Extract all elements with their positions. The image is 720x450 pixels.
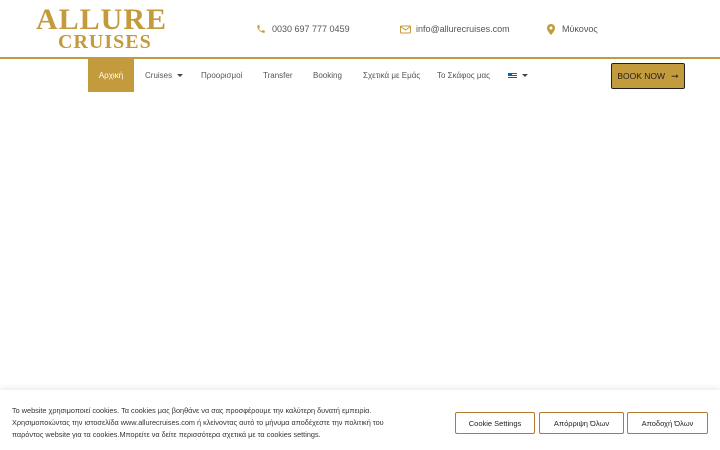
nav-item-label: Σχετικά με Εμάς — [363, 71, 421, 80]
cookie-settings-button[interactable]: Cookie Settings — [455, 412, 535, 434]
nav-item-home[interactable]: Αρχική — [88, 59, 134, 92]
map-pin-icon — [545, 23, 557, 35]
nav-item-boat[interactable]: Το Σκάφος μας — [426, 59, 501, 92]
phone-number: 0030 697 777 0459 — [272, 24, 350, 34]
location-text: Μύκονος — [562, 24, 598, 34]
nav-item-label: Προορισμοί — [201, 71, 243, 80]
book-now-label: BOOK NOW — [617, 71, 666, 81]
site-logo[interactable]: ALLURE CRUISES — [36, 5, 170, 53]
nav-item-transfer[interactable]: Transfer — [252, 59, 304, 92]
nav-item-label: Αρχική — [98, 71, 124, 80]
email-address: info@allurecruises.com — [416, 24, 510, 34]
cookie-message: Το website χρησιμοποιεί cookies. Τα cook… — [12, 405, 432, 441]
caret-down-icon — [177, 74, 184, 77]
book-now-button[interactable]: BOOK NOW ➞ — [611, 63, 685, 89]
nav-item-cruises[interactable]: Cruises — [134, 59, 194, 92]
reject-all-button[interactable]: Απόρριψη Όλων — [539, 412, 624, 434]
envelope-icon — [399, 23, 411, 35]
cookie-text-line: Χρησιμοποιώντας την ιστοσελίδα www.allur… — [12, 418, 384, 427]
logo-line-2: CRUISES — [58, 31, 152, 53]
nav-item-booking[interactable]: Booking — [302, 59, 353, 92]
cookie-banner: Το website χρησιμοποιεί cookies. Τα cook… — [0, 390, 720, 450]
nav-item-about[interactable]: Σχετικά με Εμάς — [352, 59, 431, 92]
nav-item-label: Transfer — [263, 71, 293, 80]
nav-item-label: Booking — [313, 71, 342, 80]
accept-all-button[interactable]: Αποδοχή Όλων — [627, 412, 708, 434]
top-header: ALLURE CRUISES 0030 697 777 0459 info@al… — [0, 0, 720, 58]
nav-item-label: Το Σκάφος μας — [437, 71, 490, 80]
greek-flag-icon — [508, 72, 517, 79]
location-contact[interactable]: Μύκονος — [545, 22, 598, 36]
arrow-right-icon: ➞ — [671, 70, 679, 81]
phone-icon — [255, 23, 267, 35]
caret-down-icon — [522, 74, 528, 77]
nav-item-destinations[interactable]: Προορισμοί — [190, 59, 253, 92]
nav-item-label: Cruises — [145, 71, 173, 80]
cookie-text-line: Το website χρησιμοποιεί cookies. Τα cook… — [12, 406, 372, 415]
cookie-text-line: παρόντος website για τα cookies.Μπορείτε… — [12, 430, 321, 439]
email-contact[interactable]: info@allurecruises.com — [399, 22, 510, 36]
phone-contact[interactable]: 0030 697 777 0459 — [255, 22, 350, 36]
language-switcher[interactable] — [497, 59, 539, 92]
